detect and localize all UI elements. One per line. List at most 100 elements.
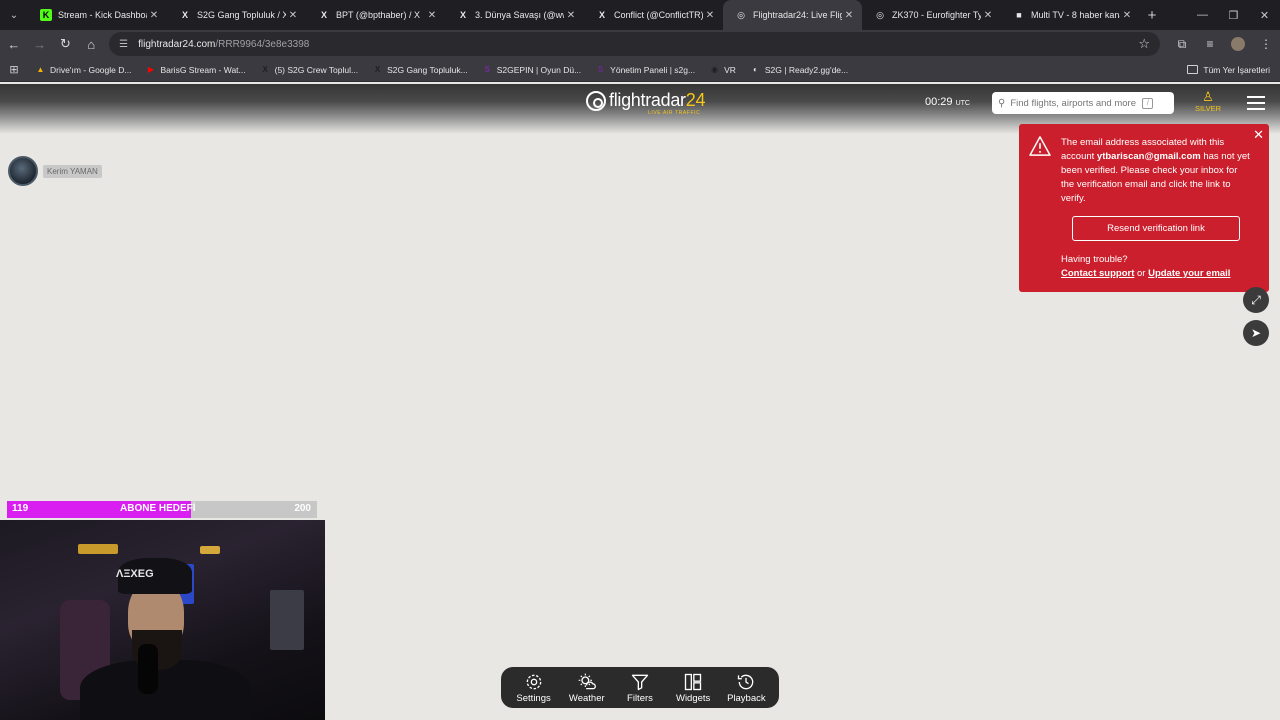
tv-icon: ■ <box>1016 10 1022 20</box>
close-tab-icon[interactable]: ✕ <box>981 10 995 21</box>
map-toolbar: Settings Weather Filters Widgets Playbac… <box>501 667 779 708</box>
tab-label: ZK370 - Eurofighter Typh <box>892 10 981 20</box>
forward-arrow-icon[interactable]: → <box>28 32 52 56</box>
reload-icon[interactable]: ↻ <box>54 32 78 56</box>
search-input[interactable] <box>1010 97 1143 109</box>
weather-button[interactable]: Weather <box>562 672 612 704</box>
user-icon: ♙ <box>1202 89 1214 104</box>
extensions-icon[interactable]: ⧉ <box>1168 37 1196 52</box>
goal-title: ABONE HEDEFİ <box>120 503 196 514</box>
profile-avatar[interactable] <box>1224 37 1252 52</box>
bookmark-item[interactable]: S S2GEPIN | Oyun Dü... <box>475 64 588 75</box>
tab-search-chevron-icon[interactable]: ⌄ <box>0 0 28 30</box>
radar-logo-icon <box>586 90 606 111</box>
bookmark-label: Yönetim Paneli | s2g... <box>610 64 696 75</box>
playback-button[interactable]: Playback <box>721 672 771 704</box>
flight-search[interactable]: ⚲ / <box>992 92 1174 114</box>
widgets-label: Widgets <box>675 692 711 704</box>
account-tier: SILVER <box>1194 104 1222 113</box>
tab-label: Conflict (@ConflictTR) / X <box>614 10 703 20</box>
url-field[interactable]: ☰ flightradar24.com /RRR9964/3e8e3398 ☆ <box>109 32 1160 56</box>
widgets-button[interactable]: Widgets <box>668 672 718 704</box>
browser-tab[interactable]: ◎ ZK370 - Eurofighter Typh✕ <box>862 0 1001 30</box>
clock-time: 00:29 <box>925 96 953 108</box>
clock-zone: UTC <box>955 100 970 107</box>
utc-clock: 00:29 UTC <box>925 96 970 108</box>
browser-tab[interactable]: ◎ Flightradar24: Live Flight✕ <box>723 0 862 30</box>
x-icon: X <box>459 10 466 20</box>
logo-subtitle: LIVE AIR TRAFFIC <box>648 110 701 116</box>
webcam-overlay: ΛΞXEG <box>0 520 325 720</box>
close-alert-icon[interactable]: ✕ <box>1253 127 1264 143</box>
close-tab-icon[interactable]: ✕ <box>147 10 161 21</box>
close-window-icon[interactable]: ✕ <box>1249 0 1280 30</box>
bookmark-item[interactable]: ▲ Drive'ım - Google D... <box>28 64 138 75</box>
fullscreen-icon[interactable]: ⤢ <box>1243 287 1269 313</box>
contact-support-link[interactable]: Contact support <box>1061 268 1134 279</box>
browser-tab[interactable]: X 3. Dünya Savaşı (@ww3m✕ <box>445 0 584 30</box>
bookmark-item[interactable]: ▶ BarisG Stream - Wat... <box>138 64 252 75</box>
bookmarks-bar: ⊞ ▲ Drive'ım - Google D... ▶ BarisG Stream … <box>0 58 1280 82</box>
settings-button[interactable]: Settings <box>509 672 559 704</box>
background-light <box>78 544 118 554</box>
flightradar-logo[interactable]: flightradar24 LIVE AIR TRAFFIC <box>586 90 705 116</box>
minimize-icon[interactable]: — <box>1187 0 1218 30</box>
bookmark-label: S2GEPIN | Oyun Dü... <box>496 64 582 75</box>
restore-icon[interactable]: ❐ <box>1218 0 1249 30</box>
media-controls-icon[interactable]: ≡ <box>1196 37 1224 52</box>
kebab-menu-icon[interactable]: ⋮ <box>1252 37 1280 52</box>
hamburger-menu-icon[interactable] <box>1247 96 1265 114</box>
resend-verification-button[interactable]: Resend verification link <box>1072 216 1240 241</box>
x-icon: X <box>598 10 605 20</box>
apps-grid-icon[interactable]: ⊞ <box>0 63 28 76</box>
browser-tab-strip: ⌄ KStream - Kick Dashboard✕XS2G Gang Top… <box>0 0 1280 30</box>
browser-tab[interactable]: X BPT (@bpthaber) / X ✕ <box>306 0 445 30</box>
update-email-link[interactable]: Update your email <box>1148 268 1230 279</box>
close-tab-icon[interactable]: ✕ <box>425 10 439 21</box>
new-tab-button[interactable]: + <box>1140 7 1164 24</box>
folder-icon <box>1187 65 1199 74</box>
close-tab-icon[interactable]: ✕ <box>703 10 717 21</box>
alert-message: The email address associated with this a… <box>1061 137 1250 204</box>
alert-email: ytbariscan@gmail.com <box>1096 151 1201 162</box>
close-tab-icon[interactable]: ✕ <box>842 10 856 21</box>
bookmark-item[interactable]: S Yönetim Paneli | s2g... <box>588 64 702 75</box>
bookmark-item[interactable]: X (5) S2G Crew Toplul... <box>253 64 365 75</box>
browser-tab[interactable]: X Conflict (@ConflictTR) / X✕ <box>584 0 723 30</box>
warning-icon <box>1029 136 1051 156</box>
account-button[interactable]: ♙ SILVER <box>1194 89 1222 114</box>
browser-tab[interactable]: ■ Multi TV - 8 haber kanalı ✕ <box>1001 0 1140 30</box>
close-tab-icon[interactable]: ✕ <box>564 10 578 21</box>
logo-main-text: flightradar <box>609 90 686 110</box>
or-text: or <box>1137 268 1146 279</box>
flightradar-icon: ◎ <box>737 9 745 20</box>
url-host: flightradar24.com <box>138 38 216 50</box>
bookmark-label: (5) S2G Crew Toplul... <box>274 64 359 75</box>
bookmark-item[interactable]: ◐ S2G | Ready2.gg'de... <box>743 64 855 75</box>
filter-icon <box>631 674 649 690</box>
close-tab-icon[interactable]: ✕ <box>286 10 300 21</box>
browser-tab[interactable]: K Stream - Kick Dashboard✕ <box>28 0 167 30</box>
gear-icon <box>526 674 541 689</box>
site-info-icon[interactable]: ☰ <box>119 39 128 50</box>
close-tab-icon[interactable]: ✕ <box>1120 10 1134 21</box>
flightradar-icon: ◎ <box>876 9 884 20</box>
s2g-icon: S <box>598 65 604 74</box>
all-bookmarks-button[interactable]: Tüm Yer İşaretleri <box>1187 65 1270 75</box>
back-arrow-icon[interactable]: ← <box>2 32 26 56</box>
browser-tab[interactable]: X S2G Gang Topluluk / X ✕ <box>167 0 306 30</box>
weather-icon <box>578 673 596 689</box>
bookmark-star-icon[interactable]: ☆ <box>1138 36 1150 52</box>
bookmark-item[interactable]: ◉ VR <box>702 64 743 75</box>
filters-button[interactable]: Filters <box>615 672 665 704</box>
bookmark-item[interactable]: X S2G Gang Topluluk... <box>365 64 475 75</box>
browser-actions: ⧉ ≡ ⋮ <box>1168 37 1280 52</box>
locate-me-icon[interactable]: ➤ <box>1243 320 1269 346</box>
playback-label: Playback <box>727 692 766 704</box>
filters-label: Filters <box>627 692 653 704</box>
user-chip: Kerim YAMAN <box>8 156 102 186</box>
tab-label: Flightradar24: Live Flight <box>753 10 842 20</box>
home-icon[interactable]: ⌂ <box>79 32 103 56</box>
s2gepin-icon: S <box>484 65 490 74</box>
bookmark-label: S2G Gang Topluluk... <box>387 64 468 75</box>
